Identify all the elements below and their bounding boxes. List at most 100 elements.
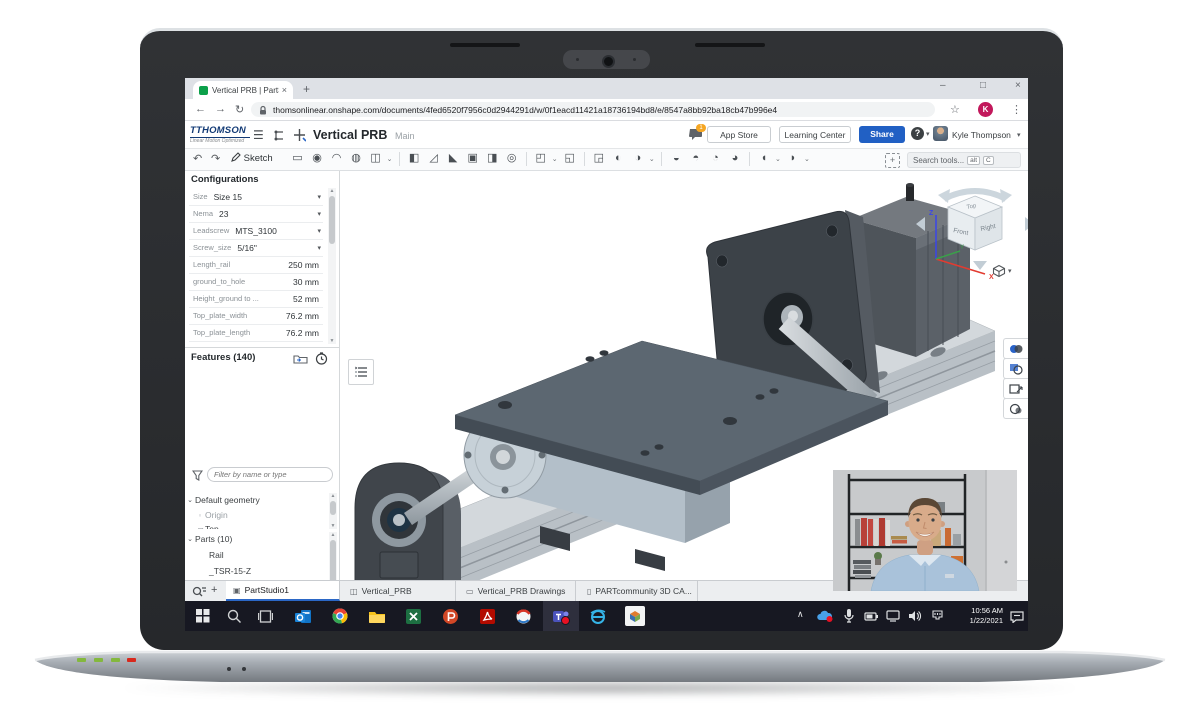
help-button[interactable]: ? — [911, 127, 924, 140]
pan-right-icon[interactable] — [1025, 217, 1028, 231]
sketch-button[interactable]: Sketch — [231, 152, 273, 164]
help-caret-icon[interactable]: ▾ — [926, 130, 930, 138]
transform-icon[interactable]: ◕ — [726, 152, 743, 164]
config-row-top-plate-length[interactable]: Top_plate_length 76.2 mm — [189, 324, 323, 342]
feature-item-origin[interactable]: ◦ Origin — [185, 508, 327, 522]
powerpoint-icon[interactable] — [440, 606, 460, 626]
acrobat-icon[interactable] — [477, 606, 497, 626]
modify-caret-icon[interactable]: ⌄ — [649, 155, 656, 163]
config-scrollbar[interactable]: ▲ ▼ — [328, 188, 336, 344]
config-row-top-plate-width[interactable]: Top_plate_width 76.2 mm — [189, 307, 323, 325]
workspace-name[interactable]: Main — [395, 131, 415, 141]
battery-tray-icon[interactable] — [861, 606, 881, 626]
thicken-icon[interactable]: ◫ — [367, 151, 384, 164]
config-row-nema[interactable]: Nema 23 ▾ — [189, 205, 323, 223]
fillet-icon[interactable]: ◧ — [406, 151, 423, 164]
mirror-icon[interactable]: ◱ — [561, 151, 578, 164]
action-center-icon[interactable] — [1007, 606, 1027, 626]
scroll-up-icon[interactable]: ▲ — [329, 532, 337, 538]
bookmark-star-icon[interactable]: ☆ — [950, 103, 960, 116]
history-clock-icon[interactable] — [315, 352, 328, 365]
sheet-metal-icon[interactable]: ◗ — [784, 152, 801, 164]
named-views-tool-button[interactable] — [1003, 378, 1028, 399]
user-menu-caret-icon[interactable]: ▾ — [1017, 131, 1021, 139]
dropdown-caret-icon[interactable]: ▾ — [317, 227, 321, 235]
boolean-icon[interactable]: ◲ — [590, 151, 607, 164]
refresh-icon[interactable]: ↻ — [235, 103, 244, 116]
chrome-icon[interactable] — [330, 606, 350, 626]
tab-close-icon[interactable]: × — [282, 85, 287, 95]
sheet-caret-icon[interactable]: ⌄ — [804, 155, 811, 163]
config-row-ground-to-hole[interactable]: ground_to_hole 30 mm — [189, 273, 323, 291]
tab-manager-icon[interactable] — [192, 585, 207, 598]
rotate-right-arrow-icon[interactable] — [1000, 189, 1012, 203]
sweep-icon[interactable]: ◠ — [328, 151, 345, 164]
feature-filter[interactable] — [207, 467, 333, 482]
scroll-down-icon[interactable]: ▼ — [328, 338, 336, 344]
dropdown-caret-icon[interactable]: ▾ — [317, 210, 321, 218]
tab-vertical-prb[interactable]: ◫ Vertical_PRB — [343, 581, 456, 601]
chevron-down-icon[interactable]: ⌄ — [185, 535, 195, 543]
scrollbar-thumb[interactable] — [329, 196, 335, 244]
ethernet-tray-icon[interactable] — [927, 606, 947, 626]
scroll-down-icon[interactable]: ▼ — [329, 523, 337, 529]
dropdown-caret-icon[interactable]: ▾ — [317, 193, 321, 201]
delete-face-icon[interactable]: ◒ — [668, 152, 685, 164]
extrude-icon[interactable]: ▭ — [289, 151, 306, 164]
search-tools-box[interactable]: Search tools... alt C — [907, 152, 1021, 168]
feature-list-toggle-button[interactable] — [348, 359, 374, 385]
versions-history-icon[interactable] — [273, 129, 286, 142]
config-row-leadscrew[interactable]: Leadscrew MTS_3100 ▾ — [189, 222, 323, 240]
linear-pattern-icon[interactable]: ◰ — [532, 151, 549, 164]
move-face-icon[interactable]: ◓ — [687, 152, 704, 164]
filter-icon[interactable] — [192, 470, 203, 481]
redo-icon[interactable]: ↷ — [211, 152, 220, 165]
browser-tab[interactable]: Vertical PRB | PartStudio1 × — [193, 81, 293, 99]
split-icon[interactable]: ◐ — [610, 152, 627, 164]
config-row-screw-size[interactable]: Screw_size 5/16" ▾ — [189, 239, 323, 257]
display-tray-icon[interactable] — [883, 606, 903, 626]
taskbar-search-icon[interactable] — [224, 606, 244, 626]
scroll-up-icon[interactable]: ▲ — [329, 493, 337, 499]
comments-icon[interactable]: 1 — [689, 128, 703, 140]
start-button[interactable] — [193, 606, 213, 626]
shell-icon[interactable]: ◨ — [484, 151, 501, 164]
task-view-icon[interactable] — [255, 606, 275, 626]
dropdown-caret-icon[interactable]: ▾ — [317, 244, 321, 252]
user-avatar[interactable] — [933, 126, 948, 141]
config-row-size[interactable]: Size Size 15 ▾ — [189, 188, 323, 206]
chamfer-icon[interactable]: ◿ — [425, 151, 442, 164]
tab-partstudio1[interactable]: ▣ PartStudio1 — [226, 581, 340, 601]
back-icon[interactable]: ← — [195, 103, 206, 115]
offset-surface-icon[interactable]: ◔ — [707, 152, 724, 164]
volume-tray-icon[interactable] — [905, 606, 925, 626]
address-bar[interactable]: thomsonlinear.onshape.com/documents/4fed… — [251, 102, 935, 117]
scroll-up-icon[interactable]: ▲ — [328, 188, 336, 194]
support-end-block-part[interactable] — [355, 463, 461, 580]
window-minimize-button[interactable]: – — [940, 80, 946, 91]
scrollbar-thumb[interactable] — [330, 501, 336, 515]
config-row-height-ground[interactable]: Height_ground to ... 52 mm — [189, 290, 323, 308]
rotate-left-arrow-icon[interactable] — [938, 189, 950, 203]
isolate-tool-button[interactable] — [1003, 398, 1028, 419]
primary-elements-icon[interactable] — [293, 128, 306, 142]
document-menu-icon[interactable]: ☰ — [253, 128, 264, 142]
internet-explorer-icon[interactable] — [588, 606, 608, 626]
outlook-icon[interactable] — [293, 606, 313, 626]
presenter-video-overlay[interactable] — [833, 470, 1017, 591]
part-item-tsr[interactable]: _TSR-15-Z — [185, 564, 351, 578]
webex-icon[interactable] — [513, 606, 533, 626]
feature-filter-input[interactable] — [208, 468, 332, 481]
browser-profile-avatar[interactable]: K — [978, 102, 993, 117]
tab-partcommunity[interactable]: ▯ PARTcommunity 3D CA... — [580, 581, 698, 601]
file-explorer-icon[interactable] — [367, 606, 387, 626]
share-button[interactable]: Share — [859, 126, 905, 143]
group-default-geometry[interactable]: ⌄ Default geometry — [185, 493, 327, 507]
snap-target-icon[interactable]: + — [885, 153, 900, 168]
taskbar-clock[interactable]: 10:56 AM 1/22/2021 — [947, 606, 1003, 626]
chevron-down-icon[interactable]: ⌄ — [185, 496, 195, 504]
feature-item-top-clipped[interactable]: ▱ Top — [185, 522, 327, 529]
teams-icon[interactable] — [551, 606, 571, 626]
config-row-length-rail[interactable]: Length_rail 250 mm — [189, 256, 323, 274]
loft-icon[interactable]: ◍ — [348, 151, 365, 164]
